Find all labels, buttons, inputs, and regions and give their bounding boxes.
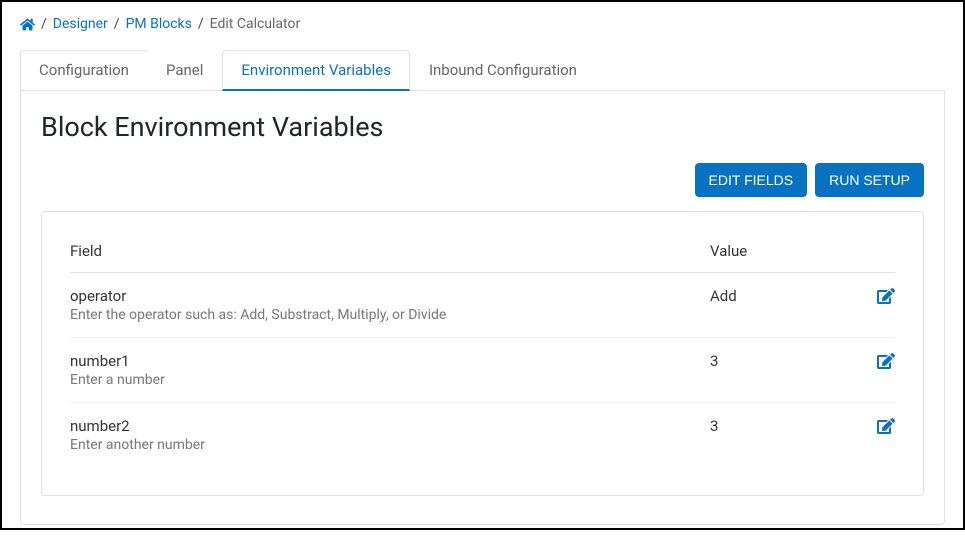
tab-inbound-configuration[interactable]: Inbound Configuration [410, 50, 596, 90]
breadcrumb-separator: / [114, 16, 120, 32]
breadcrumb: / Designer / PM Blocks / Edit Calculator [20, 16, 945, 32]
table-row: number1 Enter a number 3 [70, 338, 895, 403]
page-title: Block Environment Variables [41, 111, 924, 143]
content-panel: Block Environment Variables EDIT FIELDS … [20, 91, 945, 525]
breadcrumb-separator: / [41, 16, 47, 32]
header-field: Field [70, 242, 710, 260]
edit-row-button[interactable] [877, 417, 895, 435]
edit-fields-button[interactable]: EDIT FIELDS [695, 163, 808, 197]
field-name: number2 [70, 417, 710, 435]
tab-environment-variables[interactable]: Environment Variables [222, 50, 410, 91]
header-value: Value [710, 242, 855, 260]
field-name: operator [70, 287, 710, 305]
field-description: Enter another number [70, 437, 710, 453]
edit-icon [877, 417, 895, 435]
edit-row-button[interactable] [877, 287, 895, 305]
breadcrumb-separator: / [198, 16, 204, 32]
breadcrumb-pm-blocks[interactable]: PM Blocks [126, 16, 192, 32]
table-header: Field Value [70, 230, 895, 273]
edit-icon [877, 287, 895, 305]
edit-row-button[interactable] [877, 352, 895, 370]
field-value: Add [710, 287, 855, 305]
tab-panel[interactable]: Panel [147, 50, 222, 90]
tabs: Configuration Panel Environment Variable… [20, 50, 945, 91]
tab-configuration[interactable]: Configuration [20, 50, 148, 90]
field-value: 3 [710, 417, 855, 435]
env-vars-panel: Field Value operator Enter the operator … [41, 211, 924, 496]
home-icon[interactable] [20, 17, 35, 32]
breadcrumb-designer[interactable]: Designer [53, 16, 108, 32]
field-name: number1 [70, 352, 710, 370]
breadcrumb-current: Edit Calculator [210, 16, 301, 32]
field-description: Enter a number [70, 372, 710, 388]
table-row: number2 Enter another number 3 [70, 403, 895, 467]
table-row: operator Enter the operator such as: Add… [70, 273, 895, 338]
run-setup-button[interactable]: RUN SETUP [815, 163, 924, 197]
edit-icon [877, 352, 895, 370]
field-description: Enter the operator such as: Add, Substra… [70, 307, 710, 323]
field-value: 3 [710, 352, 855, 370]
env-vars-table: Field Value operator Enter the operator … [70, 230, 895, 467]
actions-row: EDIT FIELDS RUN SETUP [41, 163, 924, 197]
